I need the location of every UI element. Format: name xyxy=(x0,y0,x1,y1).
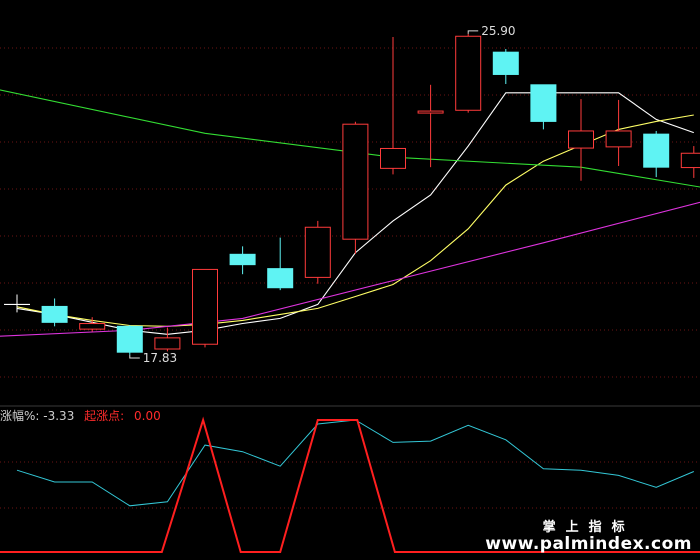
candle xyxy=(41,298,68,327)
candle-body xyxy=(530,84,557,122)
candle-body xyxy=(455,35,482,111)
high-price-label: 25.90 xyxy=(481,24,515,38)
candle xyxy=(380,37,406,175)
indicator-legend: 涨幅%: -3.33 起涨点: 0.00 xyxy=(0,407,161,424)
candle-body xyxy=(680,152,700,169)
signal-legend-label: 起涨点: xyxy=(84,409,125,423)
candle-body xyxy=(605,130,632,148)
indicator-legend-value: -3.33 xyxy=(43,409,75,423)
indicator-legend-label: 涨幅%: xyxy=(0,409,40,423)
candle xyxy=(154,327,181,352)
watermark: 掌上指标 www.palmindex.com xyxy=(485,516,692,554)
indicator-cyan-line xyxy=(16,419,694,507)
candle-body xyxy=(568,130,594,149)
candle xyxy=(455,33,482,113)
watermark-cn: 掌上指标 xyxy=(542,520,635,535)
watermark-url: www.palmindex.com xyxy=(485,534,692,554)
candle-body xyxy=(492,51,519,75)
candle xyxy=(304,220,331,284)
low-price-label: 17.83 xyxy=(143,351,177,365)
candle xyxy=(229,246,256,275)
candlesticks xyxy=(4,33,700,355)
candle xyxy=(267,237,294,291)
signal-legend-value: 0.00 xyxy=(134,409,161,423)
stock-chart: 25.90 17.83 xyxy=(0,24,700,553)
candle xyxy=(643,130,670,178)
candle-body xyxy=(41,305,68,323)
candle-body xyxy=(116,325,143,353)
candle xyxy=(116,325,143,355)
candle-body xyxy=(229,253,256,266)
candle xyxy=(530,84,557,130)
high-marker xyxy=(467,30,479,34)
candle xyxy=(342,121,369,254)
grid-lines xyxy=(0,47,700,509)
candle-body xyxy=(192,268,218,345)
low-marker xyxy=(129,354,140,359)
candle-body xyxy=(267,268,294,289)
candle xyxy=(680,146,700,178)
candle-body xyxy=(342,123,369,240)
candle xyxy=(417,84,444,168)
candle-body xyxy=(380,147,406,169)
candle xyxy=(492,48,519,85)
candle xyxy=(605,99,632,166)
candle-body xyxy=(154,337,181,350)
candle-body xyxy=(304,226,331,278)
candle-body xyxy=(417,110,444,114)
candle xyxy=(192,268,218,348)
candle-body xyxy=(79,323,106,330)
candle-body xyxy=(643,133,670,168)
